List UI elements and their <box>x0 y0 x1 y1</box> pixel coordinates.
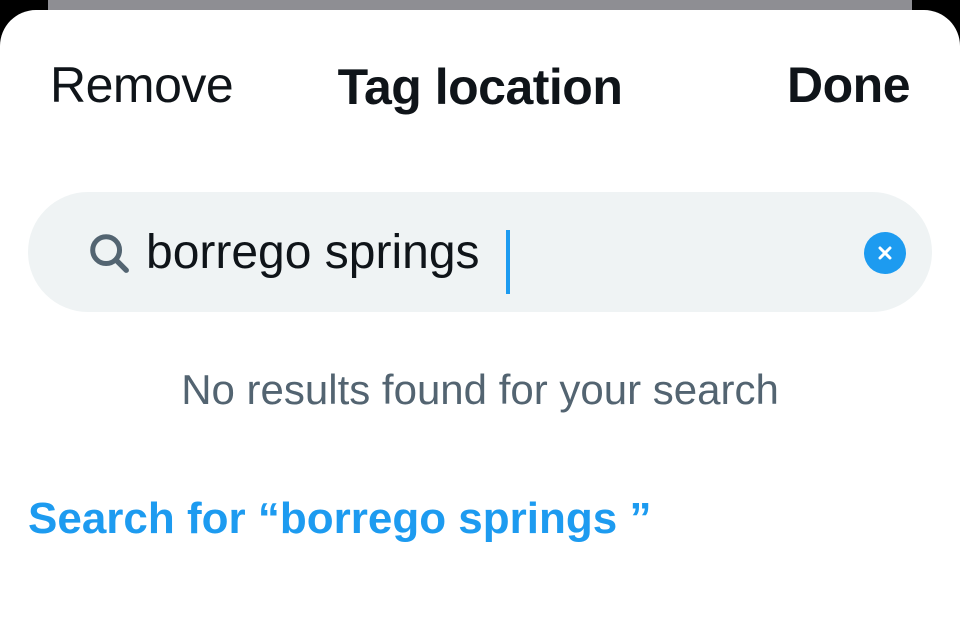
remove-button[interactable]: Remove <box>50 56 234 114</box>
clear-search-button[interactable] <box>864 232 906 274</box>
search-bar[interactable] <box>28 192 932 312</box>
search-icon <box>90 234 129 273</box>
done-button[interactable]: Done <box>787 56 911 114</box>
tag-location-sheet: Remove Tag location Done No results foun… <box>0 10 960 642</box>
search-for-link[interactable]: Search for “borrego springs ” <box>28 494 651 544</box>
text-caret <box>506 230 510 294</box>
no-results-message: No results found for your search <box>181 366 779 413</box>
clear-icon <box>878 246 892 260</box>
sheet-header: Remove Tag location Done <box>0 10 960 160</box>
search-input[interactable] <box>146 214 846 290</box>
